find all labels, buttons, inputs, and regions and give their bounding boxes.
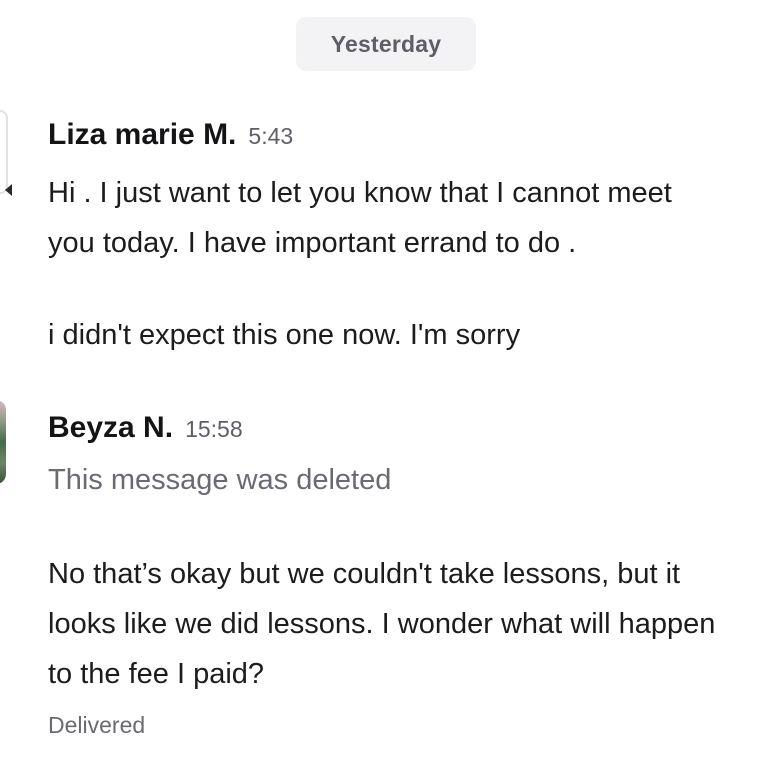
message-line: to the fee I paid? (48, 658, 265, 690)
chat-screen: Yesterday Liza marie M. 5:43 Hi . I just… (0, 0, 768, 768)
liza-avatar[interactable] (0, 110, 12, 196)
delivery-status: Delivered (48, 712, 146, 738)
message-liza[interactable]: Liza marie M. 5:43 (48, 118, 768, 152)
sender-line: Liza marie M. 5:43 (48, 118, 768, 152)
message-beyza-body[interactable]: No that’s okay but we couldn't take less… (48, 549, 768, 699)
message-time: 5:43 (248, 123, 294, 149)
message-liza-followup[interactable]: i didn't expect this one now. I'm sorry (48, 310, 768, 360)
deleted-message-text: This message was deleted (48, 464, 392, 496)
sender-line: Beyza N. 15:58 (48, 411, 768, 445)
message-line: looks like we did lessons. I wonder what… (48, 608, 716, 640)
sender-name[interactable]: Beyza N. (48, 411, 173, 445)
date-divider: Yesterday (296, 17, 476, 71)
message-beyza[interactable]: Beyza N. 15:58 (48, 411, 768, 445)
message-line: No that’s okay but we couldn't take less… (48, 558, 681, 590)
message-line: you today. I have important errand to do… (48, 227, 577, 259)
beyza-avatar[interactable] (0, 400, 6, 484)
message-time: 15:58 (185, 416, 243, 442)
deleted-message: This message was deleted (48, 455, 768, 505)
message-line: Hi . I just want to let you know that I … (48, 177, 672, 209)
message-liza-body[interactable]: Hi . I just want to let you know that I … (48, 168, 768, 268)
avatar-pointer-icon (5, 184, 12, 196)
sender-name[interactable]: Liza marie M. (48, 118, 236, 152)
message-line: i didn't expect this one now. I'm sorry (48, 319, 521, 351)
